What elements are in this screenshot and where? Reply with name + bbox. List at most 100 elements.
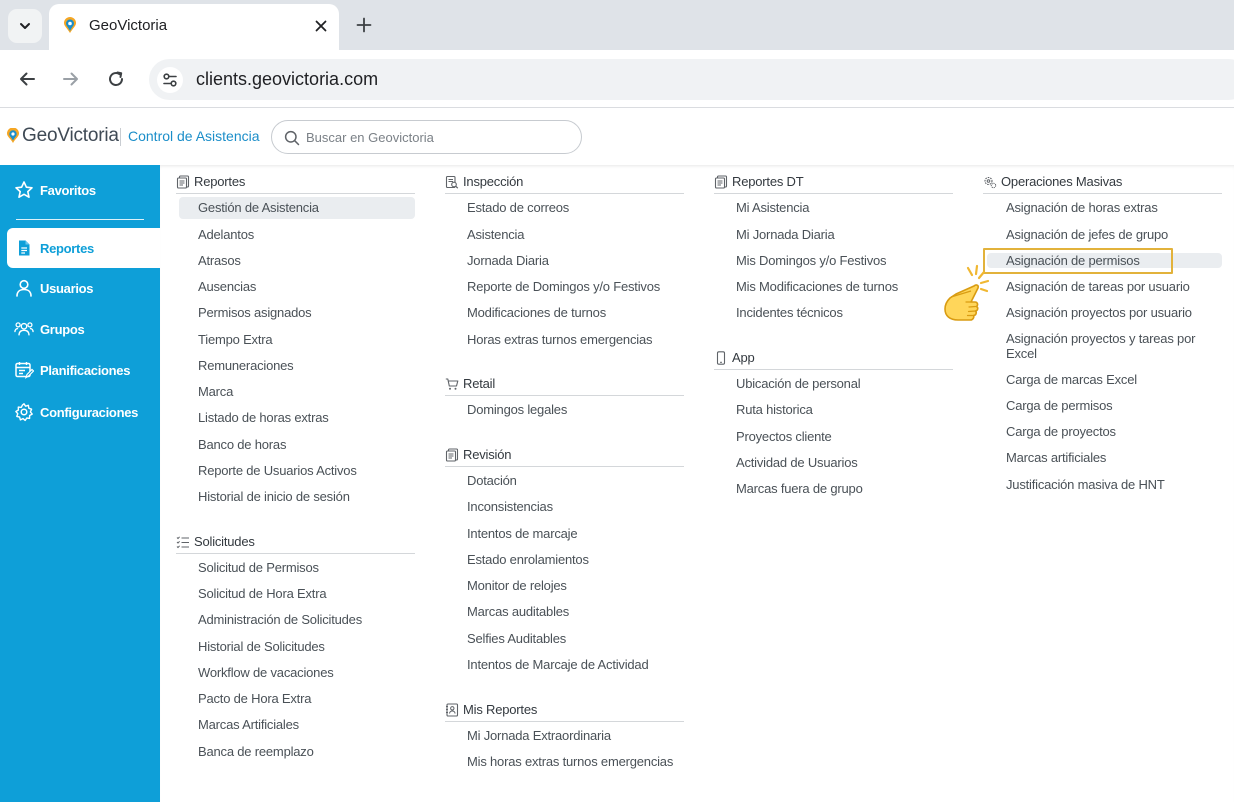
menu-link-historial-inicio-sesion[interactable]: Historial de inicio de sesión bbox=[198, 489, 350, 504]
menu-link-asignacion-proyectos-tareas-excel[interactable]: Asignación proyectos y tareas por bbox=[1006, 331, 1195, 346]
document-icon bbox=[14, 238, 34, 258]
menu-link-solicitud-permisos[interactable]: Solicitud de Permisos bbox=[198, 560, 319, 575]
tab-close-button[interactable] bbox=[311, 16, 331, 36]
tab-search-button[interactable] bbox=[8, 9, 42, 43]
menu-link-historial-solicitudes[interactable]: Historial de Solicitudes bbox=[198, 639, 325, 654]
menu-link-estado-enrolamientos[interactable]: Estado enrolamientos bbox=[467, 552, 589, 567]
menu-link-administracion-solicitudes[interactable]: Administración de Solicitudes bbox=[198, 612, 362, 627]
menu-link-listado-horas-extras[interactable]: Listado de horas extras bbox=[198, 410, 329, 425]
cart-icon bbox=[445, 377, 459, 391]
smartphone-icon bbox=[714, 350, 728, 365]
section-title: Reportes DT bbox=[732, 174, 804, 189]
menu-link-mis-modificaciones-turnos[interactable]: Mis Modificaciones de turnos bbox=[736, 279, 898, 294]
browser-tab[interactable]: GeoVictoria bbox=[49, 4, 339, 50]
menu-link-solicitud-hora-extra[interactable]: Solicitud de Hora Extra bbox=[198, 586, 327, 601]
menu-link-mi-asistencia[interactable]: Mi Asistencia bbox=[736, 200, 809, 215]
sidebar-item-label: Favoritos bbox=[40, 182, 96, 198]
menu-link-mi-jornada-diaria[interactable]: Mi Jornada Diaria bbox=[736, 227, 835, 242]
menu-link-incidentes-tecnicos[interactable]: Incidentes técnicos bbox=[736, 305, 843, 320]
sidebar-item-grupos[interactable]: Grupos bbox=[7, 309, 160, 349]
new-tab-button[interactable] bbox=[352, 13, 376, 37]
search-icon bbox=[284, 130, 300, 146]
menu-link-tiempo-extra[interactable]: Tiempo Extra bbox=[198, 332, 273, 347]
geovictoria-favicon-icon bbox=[64, 17, 76, 33]
inspection-icon bbox=[445, 175, 459, 189]
url-text[interactable]: clients.geovictoria.com bbox=[196, 69, 378, 90]
sidebar-item-planificaciones[interactable]: Planificaciones bbox=[7, 350, 160, 390]
pointing-hand-icon bbox=[944, 264, 990, 321]
menu-link-banco-de-horas[interactable]: Banco de horas bbox=[198, 437, 286, 452]
menu-link-selfies-auditables[interactable]: Selfies Auditables bbox=[467, 631, 566, 646]
menu-link-asignacion-proyectos-tareas-excel-line2[interactable]: Excel bbox=[1006, 346, 1037, 361]
geovictoria-logo[interactable]: GeoVictoria bbox=[6, 125, 119, 147]
section-header-reportes-dt: Reportes DT bbox=[714, 170, 953, 194]
menu-link-mis-domingos-festivos[interactable]: Mis Domingos y/o Festivos bbox=[736, 253, 887, 268]
menu-link-remuneraciones[interactable]: Remuneraciones bbox=[198, 358, 294, 373]
menu-link-mi-jornada-extraordinaria[interactable]: Mi Jornada Extraordinaria bbox=[467, 728, 611, 743]
menu-link-workflow-vacaciones[interactable]: Workflow de vacaciones bbox=[198, 665, 334, 680]
menu-link-carga-marcas-excel[interactable]: Carga de marcas Excel bbox=[1006, 372, 1137, 387]
reload-button[interactable] bbox=[104, 67, 128, 91]
search-input[interactable] bbox=[306, 127, 566, 147]
menu-link-marcas-artificiales[interactable]: Marcas Artificiales bbox=[198, 717, 299, 732]
menu-link-gestion-de-asistencia[interactable]: Gestión de Asistencia bbox=[179, 197, 415, 219]
menu-link-ausencias[interactable]: Ausencias bbox=[198, 279, 256, 294]
section-header-mis-reportes: Mis Reportes bbox=[445, 698, 684, 722]
address-bar[interactable]: clients.geovictoria.com bbox=[149, 59, 1234, 100]
menu-link-asignacion-jefes-grupo[interactable]: Asignación de jefes de grupo bbox=[1006, 227, 1168, 242]
menu-link-intentos-marcaje[interactable]: Intentos de marcaje bbox=[467, 526, 578, 541]
menu-link-marcas-artificiales-masivas[interactable]: Marcas artificiales bbox=[1006, 450, 1106, 465]
group-icon bbox=[14, 319, 34, 339]
menu-link-banca-reemplazo[interactable]: Banca de reemplazo bbox=[198, 744, 314, 759]
menu-link-reporte-domingos-festivos[interactable]: Reporte de Domingos y/o Festivos bbox=[467, 279, 660, 294]
browser-toolbar: clients.geovictoria.com bbox=[0, 50, 1234, 108]
menu-link-asignacion-proyectos-usuario[interactable]: Asignación proyectos por usuario bbox=[1006, 305, 1192, 320]
menu-link-jornada-diaria[interactable]: Jornada Diaria bbox=[467, 253, 549, 268]
menu-link-mis-horas-extras-turnos-emergencias[interactable]: Mis horas extras turnos emergencias bbox=[467, 754, 673, 769]
tune-icon bbox=[163, 73, 177, 87]
menu-link-atrasos[interactable]: Atrasos bbox=[198, 253, 241, 268]
checklist-icon bbox=[176, 535, 190, 549]
menu-link-intentos-marcaje-actividad[interactable]: Intentos de Marcaje de Actividad bbox=[467, 657, 649, 672]
app-name[interactable]: Control de Asistencia bbox=[128, 128, 260, 144]
section-title: Revisión bbox=[463, 447, 512, 462]
sidebar-item-reportes[interactable]: Reportes bbox=[7, 228, 160, 268]
sidebar-item-favoritos[interactable]: Favoritos bbox=[7, 170, 160, 210]
section-title: Solicitudes bbox=[194, 534, 255, 549]
site-info-button[interactable] bbox=[157, 67, 183, 93]
menu-link-horas-extras-turnos-emergencias[interactable]: Horas extras turnos emergencias bbox=[467, 332, 652, 347]
menu-link-asistencia[interactable]: Asistencia bbox=[467, 227, 524, 242]
geovictoria-logo-icon bbox=[7, 128, 19, 143]
menu-link-adelantos[interactable]: Adelantos bbox=[198, 227, 254, 242]
menu-link-inconsistencias[interactable]: Inconsistencias bbox=[467, 499, 553, 514]
menu-link-marcas-auditables[interactable]: Marcas auditables bbox=[467, 604, 569, 619]
global-search[interactable] bbox=[271, 120, 582, 154]
menu-link-marcas-fuera-grupo[interactable]: Marcas fuera de grupo bbox=[736, 481, 863, 496]
menu-link-asignacion-horas-extras[interactable]: Asignación de horas extras bbox=[1006, 200, 1158, 215]
menu-link-pacto-hora-extra[interactable]: Pacto de Hora Extra bbox=[198, 691, 311, 706]
sidebar-item-configuraciones[interactable]: Configuraciones bbox=[7, 392, 160, 432]
back-button[interactable] bbox=[15, 67, 39, 91]
star-icon bbox=[14, 180, 34, 200]
forward-button[interactable] bbox=[59, 67, 83, 91]
menu-link-carga-proyectos[interactable]: Carga de proyectos bbox=[1006, 424, 1116, 439]
menu-link-estado-correos[interactable]: Estado de correos bbox=[467, 200, 569, 215]
menu-link-dotacion[interactable]: Dotación bbox=[467, 473, 517, 488]
menu-link-reporte-usuarios-activos[interactable]: Reporte de Usuarios Activos bbox=[198, 463, 357, 478]
menu-link-ruta-historica[interactable]: Ruta historica bbox=[736, 402, 813, 417]
menu-link-justificacion-masiva-hnt[interactable]: Justificación masiva de HNT bbox=[1006, 477, 1165, 492]
menu-link-ubicacion-personal[interactable]: Ubicación de personal bbox=[736, 376, 861, 391]
menu-link-carga-permisos[interactable]: Carga de permisos bbox=[1006, 398, 1113, 413]
menu-link-marca[interactable]: Marca bbox=[198, 384, 233, 399]
menu-link-domingos-legales[interactable]: Domingos legales bbox=[467, 402, 567, 417]
menu-link-monitor-relojes[interactable]: Monitor de relojes bbox=[467, 578, 567, 593]
menu-link-asignacion-tareas-usuario[interactable]: Asignación de tareas por usuario bbox=[1006, 279, 1190, 294]
menu-link-actividad-usuarios[interactable]: Actividad de Usuarios bbox=[736, 455, 858, 470]
sidebar-item-usuarios[interactable]: Usuarios bbox=[7, 268, 160, 308]
menu-link-modificaciones-turnos[interactable]: Modificaciones de turnos bbox=[467, 305, 606, 320]
report-dt-icon bbox=[714, 174, 728, 189]
menu-link-permisos-asignados[interactable]: Permisos asignados bbox=[198, 305, 312, 320]
report-document-icon bbox=[176, 174, 190, 189]
menu-link-proyectos-cliente[interactable]: Proyectos cliente bbox=[736, 429, 832, 444]
sidebar-item-label: Configuraciones bbox=[40, 404, 139, 420]
